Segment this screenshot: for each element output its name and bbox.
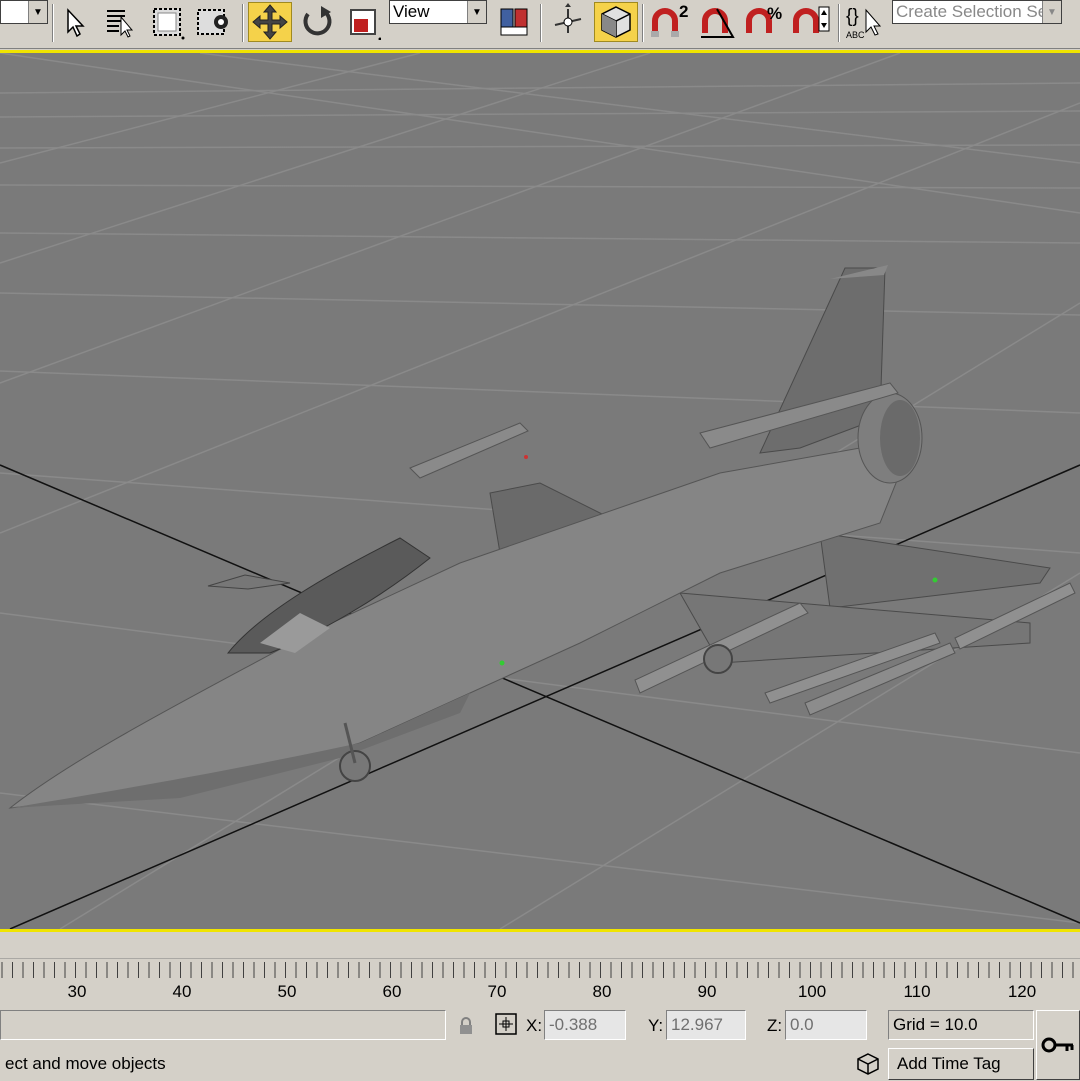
percent-snap-icon: %: [746, 4, 782, 33]
named-selection-icon: {} ABC: [846, 6, 882, 40]
viewport-scene: [0, 53, 1080, 929]
select-rotate-button[interactable]: [296, 2, 338, 42]
angle-snap-icon: [701, 8, 735, 38]
prompt-line: ect and move objects: [0, 1048, 846, 1080]
x-coordinate-field[interactable]: -0.388: [544, 1010, 626, 1040]
rectangle-region-button[interactable]: [146, 2, 188, 42]
angle-snap-button[interactable]: [696, 2, 738, 42]
percent-snap-button[interactable]: %: [742, 2, 784, 42]
chevron-down-icon: ▼: [28, 1, 47, 23]
perspective-viewport[interactable]: [0, 50, 1080, 932]
timeline-label: 110: [903, 982, 931, 1001]
timeline-label: 70: [487, 982, 507, 1001]
rectangle-region-icon: [153, 8, 185, 40]
timeline-ruler[interactable]: 30 40 50 60 70 80 90 100 110 120: [0, 958, 1080, 1006]
select-and-manipulate-button[interactable]: [594, 2, 638, 42]
reference-coordinate-dropdown[interactable]: View ▼: [389, 0, 487, 24]
select-scale-icon: [350, 9, 381, 40]
select-object-button[interactable]: [58, 2, 90, 42]
chevron-down-icon: ▼: [467, 1, 486, 23]
timeline-label: 90: [697, 982, 717, 1001]
status-bar: X: -0.388 Y: 12.967 Z: 0.0 Grid = 10.0 e…: [0, 1006, 1080, 1080]
x-label: X:: [526, 1016, 543, 1035]
chevron-down-icon: ▼: [1042, 1, 1061, 23]
named-selection-set-dropdown[interactable]: Create Selection Set ▼: [892, 0, 1062, 24]
spinner-snap-icon: [793, 6, 830, 33]
z-coordinate-field[interactable]: 0.0: [785, 1010, 867, 1040]
y-coordinate-field[interactable]: 12.967: [666, 1010, 746, 1040]
select-move-button[interactable]: [248, 2, 292, 42]
timeline-label: 60: [382, 982, 402, 1001]
timeline-label: 40: [172, 982, 192, 1001]
manipulate-button[interactable]: [546, 2, 590, 42]
time-tag-icon[interactable]: [856, 1052, 880, 1081]
timeline-ticks: [0, 958, 1080, 978]
add-time-tag-button[interactable]: Add Time Tag: [888, 1048, 1034, 1080]
listener-field[interactable]: [0, 1010, 446, 1040]
svg-text:ABC: ABC: [846, 30, 865, 40]
y-label: Y:: [648, 1016, 664, 1035]
timeline-label: 50: [277, 982, 297, 1001]
snaps-toggle-button[interactable]: 2: [648, 2, 690, 42]
z-label: Z:: [767, 1016, 783, 1035]
svg-text:%: %: [767, 4, 782, 23]
select-by-name-button[interactable]: [100, 2, 140, 42]
window-crossing-icon: [197, 9, 228, 35]
select-scale-button[interactable]: [342, 2, 384, 42]
timeline-label: 30: [67, 982, 87, 1001]
set-key-button[interactable]: [1036, 1010, 1080, 1080]
select-pivot-icon: [500, 8, 528, 36]
grid-size-display: Grid = 10.0: [888, 1010, 1034, 1040]
edit-named-selection-button[interactable]: {} ABC: [844, 2, 888, 42]
select-move-icon: [252, 4, 288, 40]
select-object-icon: [67, 8, 85, 38]
snaps-toggle-icon: 2: [651, 3, 688, 37]
select-manipulate-icon: [601, 6, 631, 38]
absolute-mode-icon[interactable]: [494, 1012, 518, 1041]
select-rotate-icon: [303, 6, 332, 36]
use-pivot-button[interactable]: [494, 2, 534, 42]
manipulate-icon: [554, 3, 582, 33]
spinner-snap-button[interactable]: [790, 2, 832, 42]
svg-text:2: 2: [679, 3, 688, 21]
svg-text:{}: {}: [846, 6, 859, 27]
timeline-label: 120: [1007, 982, 1037, 1001]
select-by-name-icon: [107, 10, 134, 38]
main-toolbar: ▼ View ▼ 2 % {} ABC Create Selection Set…: [0, 0, 1080, 49]
key-icon: [1041, 1037, 1074, 1053]
toolbar-dropdown-left[interactable]: ▼: [0, 0, 48, 24]
lock-selection-icon[interactable]: [458, 1016, 474, 1041]
window-crossing-button[interactable]: [192, 2, 236, 42]
timeline-label: 100: [797, 982, 827, 1001]
timeline-label: 80: [592, 982, 612, 1001]
